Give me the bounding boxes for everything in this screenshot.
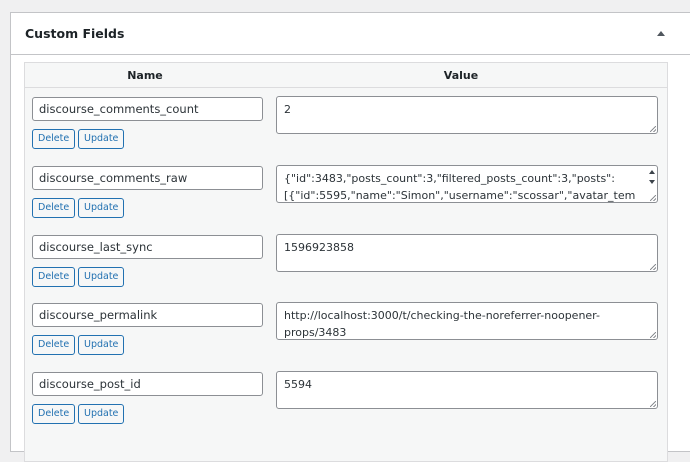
name-column-header: Name [127,68,163,82]
meta-key-input[interactable] [32,235,263,259]
meta-value-textarea[interactable]: 2 [276,96,658,134]
resize-grip-icon[interactable] [650,264,656,270]
custom-fields-table: Name Value Delete Update 2 Delete Update… [24,62,668,462]
panel-header[interactable]: Custom Fields [11,13,690,55]
table-row: Delete Update {"id":3483,"posts_count":3… [25,157,667,225]
resize-grip-icon[interactable] [650,195,656,201]
table-row: Delete Update 2 [25,88,667,156]
update-button[interactable]: Update [78,198,125,218]
meta-value-textarea[interactable]: {"id":3483,"posts_count":3,"filtered_pos… [276,165,658,203]
collapse-toggle-icon[interactable] [657,31,665,36]
meta-value-textarea[interactable]: http://localhost:3000/t/checking-the-nor… [276,302,658,340]
meta-key-input[interactable] [32,372,263,396]
table-row: Delete Update 1596923858 [25,226,667,294]
textarea-scrollbar[interactable] [647,166,657,194]
resize-grip-icon[interactable] [650,126,656,132]
meta-value-box: {"id":3483,"posts_count":3,"filtered_pos… [276,165,658,203]
resize-grip-icon[interactable] [650,401,656,407]
meta-value-textarea[interactable]: 1596923858 [276,234,658,272]
meta-key-input[interactable] [32,97,263,121]
meta-value-box: 1596923858 [276,234,658,272]
meta-key-input[interactable] [32,166,263,190]
update-button[interactable]: Update [78,267,125,287]
table-header-row: Name Value [25,63,667,88]
resize-grip-icon[interactable] [650,332,656,338]
meta-key-input[interactable] [32,303,263,327]
delete-button[interactable]: Delete [32,404,76,424]
table-row: Delete Update http://localhost:3000/t/ch… [25,294,667,362]
delete-button[interactable]: Delete [32,129,76,149]
scroll-up-icon[interactable] [649,170,655,174]
table-row: Delete Update 5594 [25,363,667,431]
scroll-down-icon[interactable] [649,180,655,184]
meta-value-textarea[interactable]: 5594 [276,371,658,409]
panel-title: Custom Fields [25,26,125,41]
update-button[interactable]: Update [78,335,125,355]
value-column-header: Value [443,68,479,82]
meta-value-box: 5594 [276,371,658,409]
update-button[interactable]: Update [78,129,125,149]
update-button[interactable]: Update [78,404,125,424]
meta-value-box: http://localhost:3000/t/checking-the-nor… [276,302,658,340]
delete-button[interactable]: Delete [32,198,76,218]
delete-button[interactable]: Delete [32,335,76,355]
delete-button[interactable]: Delete [32,267,76,287]
meta-value-box: 2 [276,96,658,134]
